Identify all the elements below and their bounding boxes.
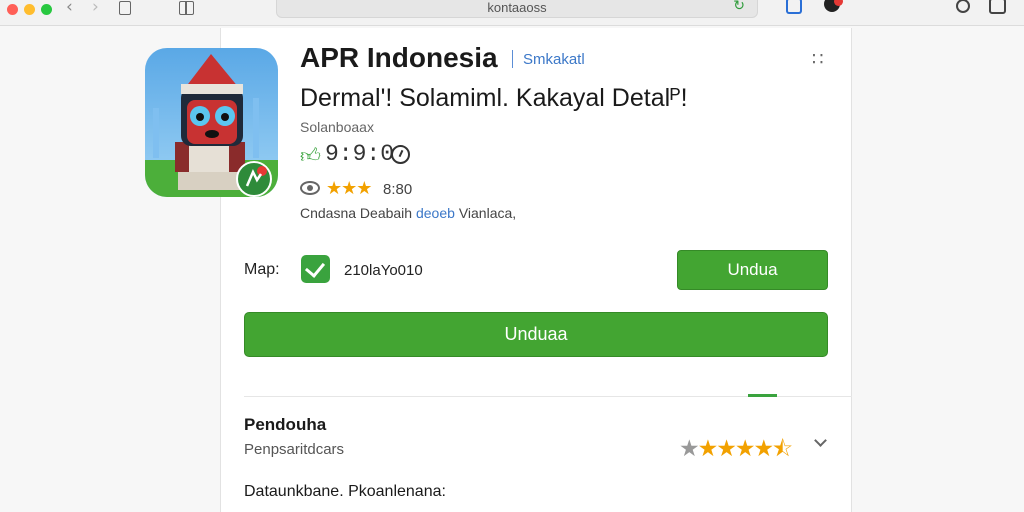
section-title: Pendouha (244, 415, 327, 434)
star-half-icon: ⯪ (772, 437, 793, 462)
reload-icon[interactable]: ↻ (733, 0, 745, 14)
tab-indicator (748, 394, 777, 397)
star-icon: ★ (716, 436, 737, 462)
rating-count: 8:80 (383, 181, 413, 198)
verified-check-icon (301, 255, 330, 283)
description-link[interactable]: deoeb (416, 205, 455, 221)
star-icon: ★ (356, 178, 372, 199)
star-icon: ★ (734, 436, 756, 462)
tabs-overview-icon[interactable] (989, 0, 1006, 14)
maximize-window-button[interactable] (41, 4, 52, 15)
back-icon[interactable]: ‹ (66, 0, 73, 16)
description-text: Cndasna Deabaih (300, 205, 413, 221)
page-icon[interactable] (119, 1, 131, 15)
eye-icon (300, 181, 320, 195)
forward-icon[interactable]: › (92, 0, 99, 16)
rating-stars-small: ★★★ (326, 178, 372, 199)
download-button-small[interactable]: Undua (677, 250, 828, 290)
close-window-button[interactable] (7, 4, 18, 15)
notification-badge (834, 0, 843, 6)
sidebar-icon[interactable] (179, 1, 194, 15)
version-text: 210laYo010 (344, 262, 423, 279)
download-button-large[interactable]: Unduaa (244, 312, 828, 357)
title-divider (512, 50, 513, 68)
address-bar[interactable]: kontaaoss ↻ (276, 0, 758, 18)
star-icon: ★ (697, 436, 719, 462)
section-footer-text: Dataunkbane. Pkoanlenana: (244, 483, 446, 500)
star-empty-icon: ★ (679, 436, 700, 462)
app-title: APR Indonesia (300, 42, 498, 73)
map-label: Map: (244, 261, 280, 278)
star-icon: ★ (326, 178, 342, 199)
url-text: kontaaoss (487, 0, 547, 15)
app-category: Solanboaax (300, 119, 374, 135)
section-subtitle: Penpsaritdcars (244, 441, 345, 458)
clock-icon (391, 145, 410, 164)
developer-link[interactable]: Smkakatl (523, 51, 585, 68)
more-options-icon[interactable]: ∷ (812, 49, 824, 70)
share-icon[interactable] (786, 0, 802, 14)
rating-stars-large[interactable]: ★★★★★⯪ (679, 432, 793, 470)
description-tail: Vianlaca, (458, 205, 517, 221)
star-icon: ★ (341, 178, 357, 199)
thumbs-up-icon: 👍︎ (300, 143, 321, 167)
app-icon (145, 48, 278, 197)
app-description: Cndasna Deabaih deoeb Vianlaca, (300, 205, 516, 221)
browser-toolbar: ‹ › kontaaoss ↻ (0, 0, 1024, 26)
star-icon: ★ (753, 436, 775, 462)
downloads-icon[interactable] (956, 0, 970, 13)
app-score: 9:9:0 (325, 141, 395, 167)
app-subtitle: Dermal'! Solamiml. Kakayal Detalᴾ! (300, 84, 688, 112)
minimize-window-button[interactable] (24, 4, 35, 15)
